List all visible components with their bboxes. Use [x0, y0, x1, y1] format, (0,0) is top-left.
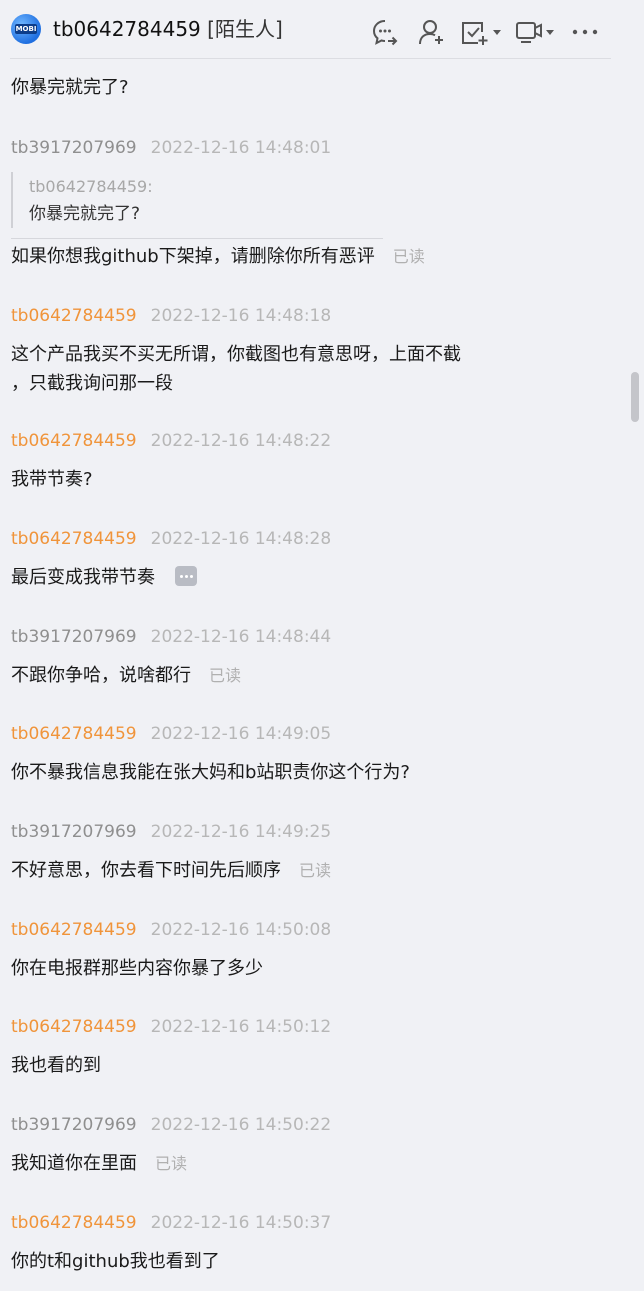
message-header: tb0642784459 2022-12-16 14:50:37 [11, 1212, 331, 1234]
chat-header: MOBI tb0642784459 [陌生人] [0, 0, 644, 60]
message-text: 最后变成我带节奏 [11, 567, 155, 588]
message-text: 你的t和github我也看到了 [11, 1251, 220, 1272]
scrollbar[interactable] [628, 60, 642, 1291]
message-header: tb3917207969 2022-12-16 14:48:44 [11, 626, 331, 648]
message-time: 2022-12-16 14:50:12 [150, 1017, 332, 1037]
message-text: 你不暴我信息我能在张大妈和b站职责你这个行为? [11, 762, 410, 783]
chat-share-button[interactable] [371, 18, 399, 46]
message-text: ，只截我询问那一段 [11, 373, 173, 394]
read-status: 已读 [392, 247, 425, 266]
message-time: 2022-12-16 14:48:28 [150, 529, 332, 549]
contact-title: tb0642784459 [陌生人] [53, 15, 283, 43]
more-icon [572, 29, 598, 35]
sender-name[interactable]: tb0642784459 [11, 529, 137, 549]
message-text: 这个产品我买不买无所谓，你截图也有意思呀，上面不截 [11, 344, 461, 365]
message-text-row: 不跟你争哈，说啥都行 已读 [11, 661, 241, 691]
message-text-row: 如果你想我github下架掉，请删除你所有恶评 已读 [11, 242, 425, 272]
read-status: 已读 [299, 861, 332, 880]
sender-name[interactable]: tb3917207969 [11, 822, 137, 842]
message-time: 2022-12-16 14:50:08 [150, 920, 332, 940]
message-more-button[interactable] [175, 566, 197, 586]
read-status: 已读 [209, 666, 242, 685]
contact-name[interactable]: tb0642784459 [53, 17, 201, 41]
video-call-icon [516, 22, 554, 43]
scrollbar-thumb[interactable] [631, 372, 639, 422]
message-header: tb0642784459 2022-12-16 14:48:18 [11, 305, 331, 327]
avatar[interactable]: MOBI [11, 14, 41, 44]
message-time: 2022-12-16 14:50:22 [150, 1115, 332, 1135]
chat-share-icon [372, 20, 398, 46]
message-text: 不跟你争哈，说啥都行 [11, 665, 191, 686]
sender-name[interactable]: tb0642784459 [11, 1017, 137, 1037]
message-text-row: 我知道你在里面 已读 [11, 1149, 187, 1179]
sender-name[interactable]: tb0642784459 [11, 431, 137, 451]
more-button[interactable] [570, 18, 600, 46]
message-time: 2022-12-16 14:49:25 [150, 822, 332, 842]
message-time: 2022-12-16 14:48:01 [150, 138, 332, 158]
quote-sender: tb0642784459: [29, 177, 153, 196]
message-text: 不好意思，你去看下时间先后顺序 [11, 860, 281, 881]
message-header: tb3917207969 2022-12-16 14:49:25 [11, 821, 331, 843]
quote-divider [11, 238, 383, 239]
message-header: tb3917207969 2022-12-16 14:50:22 [11, 1114, 331, 1136]
message-header: tb0642784459 2022-12-16 14:49:05 [11, 723, 331, 745]
message-time: 2022-12-16 14:48:18 [150, 306, 332, 326]
sender-name[interactable]: tb3917207969 [11, 627, 137, 647]
message-time: 2022-12-16 14:48:44 [150, 627, 332, 647]
message-text: 我也看的到 [11, 1055, 101, 1076]
message-time: 2022-12-16 14:49:05 [150, 724, 332, 744]
contact-tag: [陌生人] [207, 17, 283, 41]
quoted-message[interactable]: tb0642784459: 你暴完就完了? [11, 172, 385, 228]
add-friend-button[interactable] [418, 18, 446, 46]
message-header: tb0642784459 2022-12-16 14:48:22 [11, 430, 331, 452]
message-text: 你暴完就完了? [11, 77, 129, 98]
sender-name[interactable]: tb0642784459 [11, 920, 137, 940]
video-call-button[interactable] [515, 18, 559, 46]
avatar-logo-text: MOBI [15, 24, 37, 34]
message-header: tb3917207969 2022-12-16 14:48:01 [11, 137, 331, 159]
message-text: 你在电报群那些内容你暴了多少 [11, 958, 263, 979]
sender-name[interactable]: tb3917207969 [11, 138, 137, 158]
add-friend-icon [419, 20, 443, 45]
message-list[interactable]: 你暴完就完了? tb3917207969 2022-12-16 14:48:01 … [0, 60, 630, 1291]
read-status: 已读 [155, 1154, 188, 1173]
sender-name[interactable]: tb0642784459 [11, 1213, 137, 1233]
message-text-row: 最后变成我带节奏 [11, 563, 197, 593]
sender-name[interactable]: tb0642784459 [11, 724, 137, 744]
sender-name[interactable]: tb3917207969 [11, 1115, 137, 1135]
quote-text: 你暴完就完了? [29, 204, 141, 224]
message-text-row: 不好意思，你去看下时间先后顺序 已读 [11, 856, 331, 886]
message-text: 如果你想我github下架掉，请删除你所有恶评 [11, 246, 375, 267]
check-task-icon [462, 22, 501, 45]
message-time: 2022-12-16 14:48:22 [150, 431, 332, 451]
header-divider [10, 58, 611, 59]
task-button[interactable] [460, 18, 504, 46]
message-text: 我知道你在里面 [11, 1153, 137, 1174]
message-header: tb0642784459 2022-12-16 14:50:08 [11, 919, 331, 941]
message-header: tb0642784459 2022-12-16 14:48:28 [11, 528, 331, 550]
sender-name[interactable]: tb0642784459 [11, 306, 137, 326]
message-text: 我带节奏? [11, 469, 93, 490]
message-header: tb0642784459 2022-12-16 14:50:12 [11, 1016, 331, 1038]
message-time: 2022-12-16 14:50:37 [150, 1213, 332, 1233]
